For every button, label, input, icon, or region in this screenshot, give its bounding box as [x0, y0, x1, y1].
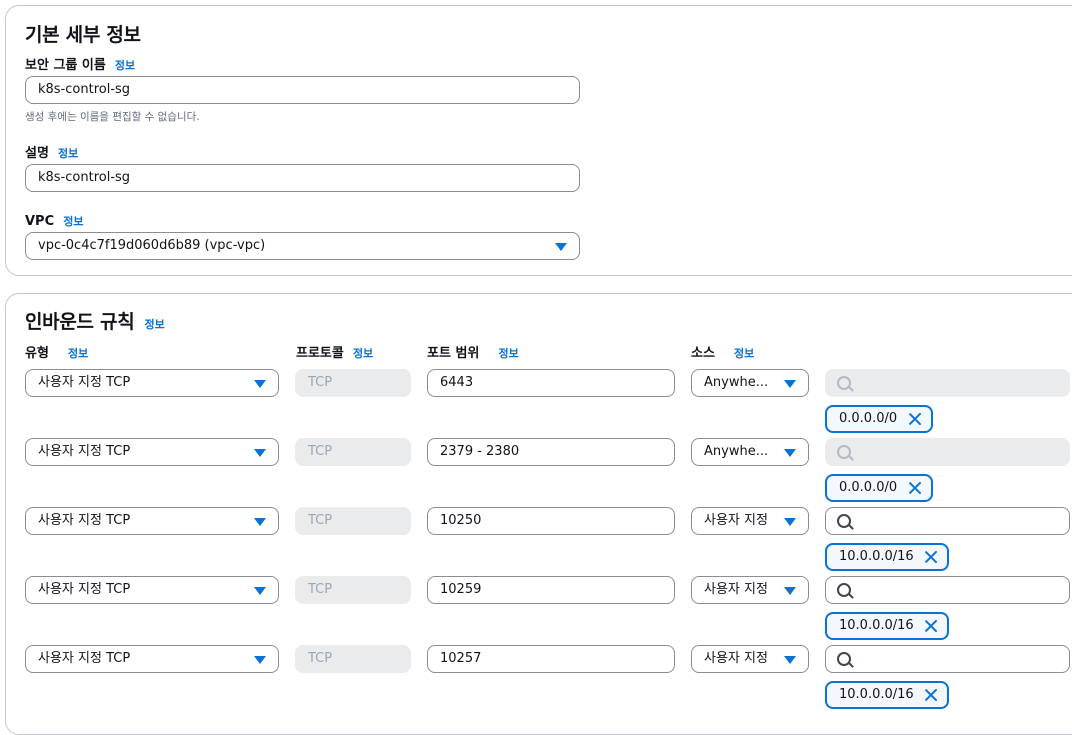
- search-icon: [837, 514, 851, 528]
- description-input[interactable]: k8s-control-sg: [25, 164, 580, 192]
- chevron-down-icon: [254, 380, 266, 388]
- search-icon: [837, 445, 851, 459]
- close-icon[interactable]: [908, 481, 922, 495]
- chevron-down-icon: [784, 380, 796, 388]
- description-info-link[interactable]: 정보: [58, 147, 78, 160]
- rule-port-input[interactable]: 10250: [427, 507, 675, 535]
- name-label-row: 보안 그룹 이름 정보: [25, 54, 135, 73]
- rule-port-input[interactable]: 10257: [427, 645, 675, 673]
- desc-label-row: 설명 정보: [25, 142, 78, 161]
- rule-type-select[interactable]: 사용자 지정 TCP: [25, 645, 279, 673]
- cidr-token: 10.0.0.0/16: [825, 543, 949, 571]
- rule-source-value: 사용자 지정: [704, 651, 768, 666]
- chevron-down-icon: [254, 518, 266, 526]
- description-label: 설명: [25, 146, 49, 161]
- rule-source-select[interactable]: 사용자 지정: [691, 507, 809, 535]
- rule-type-value: 사용자 지정 TCP: [38, 444, 131, 459]
- rule-type-select[interactable]: 사용자 지정 TCP: [25, 507, 279, 535]
- chevron-down-icon: [254, 449, 266, 457]
- vpc-select-value: vpc-0c4c7f19d060d6b89 (vpc-vpc): [38, 238, 266, 253]
- rule-source-select[interactable]: Anywhe...: [691, 438, 809, 466]
- protocol-info-link[interactable]: 정보: [353, 347, 373, 360]
- cidr-token-label: 0.0.0.0/0: [839, 411, 898, 426]
- chevron-down-icon: [784, 449, 796, 457]
- close-icon[interactable]: [908, 412, 922, 426]
- chevron-down-icon: [254, 656, 266, 664]
- port-info-link[interactable]: 정보: [498, 347, 518, 360]
- rule-source-select[interactable]: 사용자 지정: [691, 645, 809, 673]
- security-group-name-input[interactable]: k8s-control-sg: [25, 76, 580, 104]
- protocol-header: 프로토콜: [296, 346, 344, 361]
- chevron-down-icon: [784, 518, 796, 526]
- rule-port-input[interactable]: 6443: [427, 369, 675, 397]
- inbound-info-link[interactable]: 정보: [145, 318, 165, 331]
- column-header-port: 포트 범위 정보: [427, 342, 519, 361]
- cidr-token: 0.0.0.0/0: [825, 405, 933, 433]
- port-header: 포트 범위: [427, 346, 480, 361]
- cidr-search-input[interactable]: [825, 576, 1070, 604]
- rule-source-value: Anywhe...: [704, 444, 769, 459]
- cidr-token: 0.0.0.0/0: [825, 474, 933, 502]
- rule-type-value: 사용자 지정 TCP: [38, 375, 131, 390]
- inbound-rules-panel: 인바운드 규칙 정보 유형 정보 프로토콜 정보 포트 범위 정보 소스 정보 …: [5, 293, 1072, 735]
- source-header: 소스: [691, 346, 715, 361]
- column-header-protocol: 프로토콜 정보: [296, 342, 373, 361]
- rule-source-select[interactable]: Anywhe...: [691, 369, 809, 397]
- rule-protocol-field: TCP: [295, 645, 411, 673]
- rule-protocol-field: TCP: [295, 438, 411, 466]
- rule-source-value: 사용자 지정: [704, 513, 768, 528]
- cidr-token-label: 10.0.0.0/16: [839, 618, 914, 633]
- inbound-title-row: 인바운드 규칙 정보: [25, 307, 165, 334]
- source-info-link[interactable]: 정보: [734, 347, 754, 360]
- cidr-token: 10.0.0.0/16: [825, 681, 949, 709]
- chevron-down-icon: [784, 656, 796, 664]
- close-icon[interactable]: [924, 550, 938, 564]
- rule-protocol-field: TCP: [295, 576, 411, 604]
- rule-type-value: 사용자 지정 TCP: [38, 651, 131, 666]
- rule-source-value: Anywhe...: [704, 375, 769, 390]
- search-icon: [837, 583, 851, 597]
- rule-type-value: 사용자 지정 TCP: [38, 582, 131, 597]
- rule-type-value: 사용자 지정 TCP: [38, 513, 131, 528]
- name-label: 보안 그룹 이름: [25, 58, 106, 73]
- column-header-source: 소스 정보: [691, 342, 754, 361]
- cidr-token-label: 10.0.0.0/16: [839, 549, 914, 564]
- cidr-search-input[interactable]: [825, 507, 1070, 535]
- vpc-info-link[interactable]: 정보: [63, 215, 83, 228]
- cidr-token-label: 10.0.0.0/16: [839, 687, 914, 702]
- vpc-select[interactable]: vpc-0c4c7f19d060d6b89 (vpc-vpc): [25, 232, 580, 260]
- cidr-search-input[interactable]: [825, 645, 1070, 673]
- close-icon[interactable]: [924, 688, 938, 702]
- vpc-label: VPC: [25, 214, 55, 229]
- vpc-label-row: VPC 정보: [25, 210, 83, 229]
- search-icon: [837, 652, 851, 666]
- rule-protocol-field: TCP: [295, 369, 411, 397]
- search-icon: [837, 376, 851, 390]
- inbound-rules-title: 인바운드 규칙: [25, 311, 135, 333]
- cidr-search-input: [825, 369, 1070, 397]
- column-header-type: 유형 정보: [25, 342, 88, 361]
- name-info-link[interactable]: 정보: [115, 59, 135, 72]
- chevron-down-icon: [555, 243, 567, 251]
- chevron-down-icon: [254, 587, 266, 595]
- rule-port-input[interactable]: 10259: [427, 576, 675, 604]
- chevron-down-icon: [784, 587, 796, 595]
- type-info-link[interactable]: 정보: [68, 347, 88, 360]
- rule-type-select[interactable]: 사용자 지정 TCP: [25, 369, 279, 397]
- rule-source-select[interactable]: 사용자 지정: [691, 576, 809, 604]
- basic-details-title: 기본 세부 정보: [25, 24, 141, 46]
- name-hint: 생성 후에는 이름을 편집할 수 없습니다.: [25, 111, 200, 123]
- type-header: 유형: [25, 346, 49, 361]
- rule-port-input[interactable]: 2379 - 2380: [427, 438, 675, 466]
- close-icon[interactable]: [924, 619, 938, 633]
- rule-type-select[interactable]: 사용자 지정 TCP: [25, 576, 279, 604]
- rule-source-value: 사용자 지정: [704, 582, 768, 597]
- cidr-token-label: 0.0.0.0/0: [839, 480, 898, 495]
- cidr-token: 10.0.0.0/16: [825, 612, 949, 640]
- cidr-search-input: [825, 438, 1070, 466]
- rule-type-select[interactable]: 사용자 지정 TCP: [25, 438, 279, 466]
- rule-protocol-field: TCP: [295, 507, 411, 535]
- basic-details-panel: 기본 세부 정보 보안 그룹 이름 정보 k8s-control-sg 생성 후…: [5, 5, 1072, 276]
